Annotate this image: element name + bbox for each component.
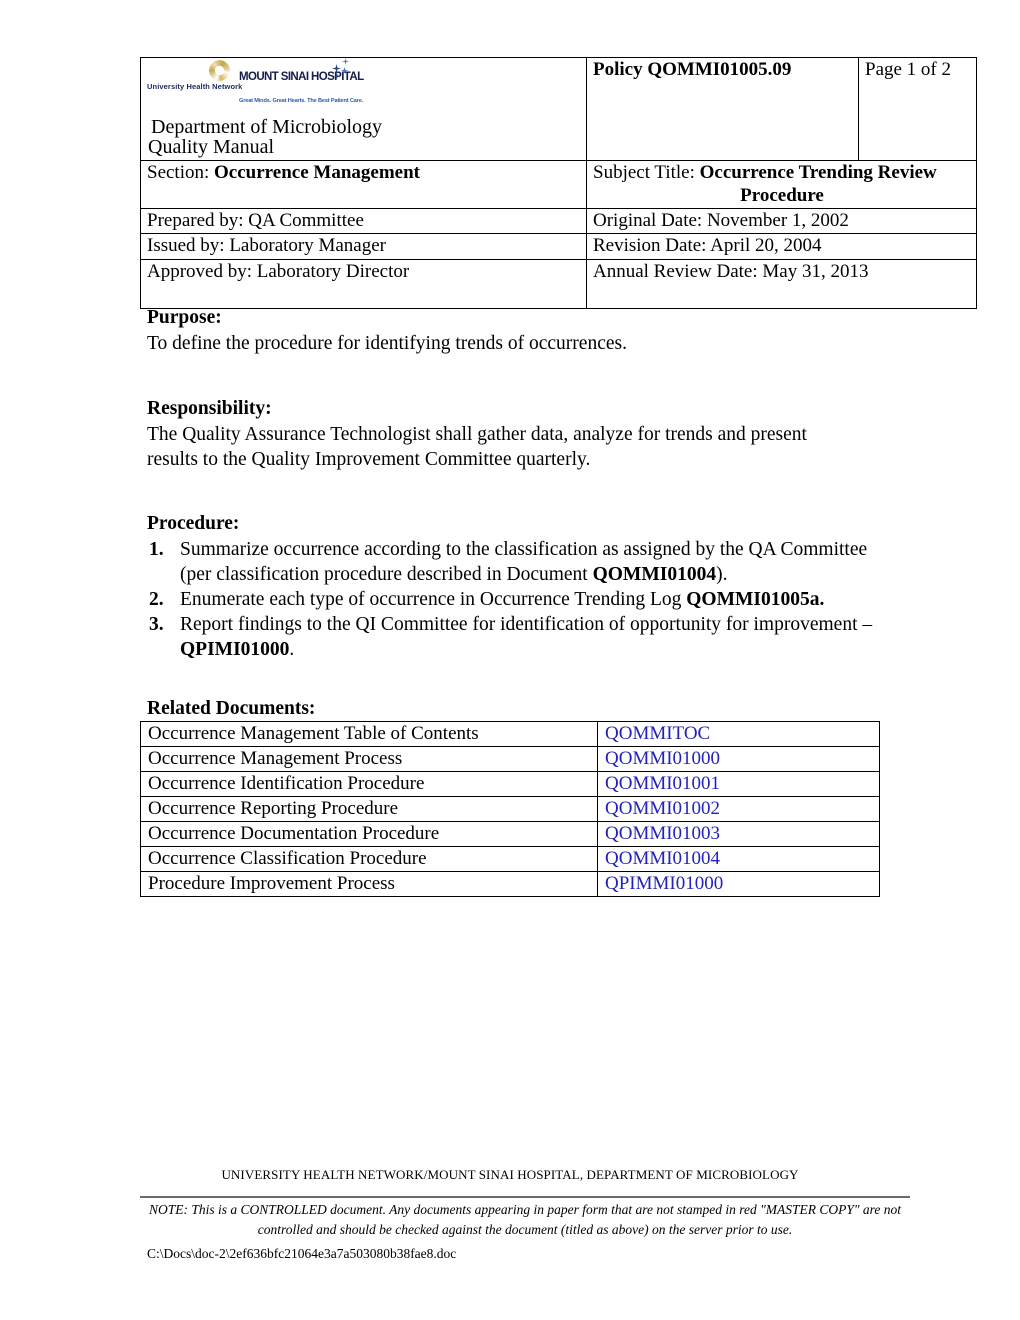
footer-note-line1: NOTE: This is a CONTROLLED document. Any… <box>148 1202 860 1217</box>
related-doc-link[interactable]: QPIMMI01000 <box>605 873 723 894</box>
related-doc-link[interactable]: QOMMI01003 <box>605 823 720 844</box>
header-cell-policy: Policy QOMMI01005.09 <box>586 56 859 162</box>
header-row-title: University Health Network MOUNT SINAI HO… <box>140 56 977 162</box>
subject-value-line2: Procedure <box>740 184 824 206</box>
related-doc-name: Occurrence Management Process <box>140 746 598 772</box>
purpose-section: Purpose: To define the procedure for ide… <box>147 306 867 357</box>
subject-value-line1: Occurrence Trending Review <box>699 162 937 184</box>
related-doc-name: Occurrence Management Table of Contents <box>140 721 598 747</box>
related-doc-link[interactable]: QOMMI01004 <box>605 848 720 869</box>
responsibility-text: The Quality Assurance Technologist shall… <box>147 423 807 470</box>
step-text-before: Summarize occurrence according to the cl… <box>180 538 868 585</box>
procedure-step: Summarize occurrence according to the cl… <box>147 538 877 588</box>
related-doc-name: Occurrence Documentation Procedure <box>140 821 598 847</box>
table-row: Occurrence Documentation Procedure QOMMI… <box>140 821 880 847</box>
procedure-step-list: Summarize occurrence according to the cl… <box>147 538 877 663</box>
header-cell-prepared-by: Prepared by: QA Committee <box>140 207 587 235</box>
table-row: Occurrence Management Process QOMMI01000 <box>140 746 880 772</box>
procedure-step: Enumerate each type of occurrence in Occ… <box>147 588 877 613</box>
table-row: Occurrence Management Table of Contents … <box>140 721 880 747</box>
header-cell-approved-by: Approved by: Laboratory Director <box>140 258 587 309</box>
related-doc-code-cell[interactable]: QOMMI01003 <box>597 821 880 847</box>
header-cell-subject: Subject Title: Occurrence Trending Revie… <box>586 160 977 209</box>
footer-file-path: C:\Docs\doc-2\2ef636bfc21064e3a7a503080b… <box>147 1246 457 1261</box>
responsibility-section: Responsibility: The Quality Assurance Te… <box>147 397 847 473</box>
step-text-before: Enumerate each type of occurrence in Occ… <box>180 588 687 610</box>
header-row-issued: Issued by: Laboratory Manager Revision D… <box>140 233 977 260</box>
header-cell-original-date: Original Date: November 1, 2002 <box>586 207 977 235</box>
step-text-after: . <box>289 638 295 660</box>
related-doc-name: Occurrence Classification Procedure <box>140 846 598 872</box>
swirl-icon <box>209 60 230 81</box>
related-documents-table: Occurrence Management Table of Contents … <box>140 721 880 897</box>
related-doc-code-cell[interactable]: QOMMI01000 <box>597 746 880 772</box>
policy-number: Policy QOMMI01005.09 <box>593 59 792 80</box>
subject-label: Subject Title: <box>593 162 695 184</box>
related-doc-link[interactable]: QOMMI01002 <box>605 798 720 819</box>
step-doc-ref: QOMMI01005a. <box>686 588 825 610</box>
table-row: Occurrence Identification Procedure QOMM… <box>140 771 880 797</box>
related-doc-code-cell[interactable]: QOMMITOC <box>597 721 880 747</box>
header-cell-page: Page 1 of 2 <box>858 56 977 162</box>
table-row: Occurrence Reporting Procedure QOMMI0100… <box>140 796 880 822</box>
footer-divider <box>140 1196 910 1198</box>
step-text-after: ). <box>716 563 728 585</box>
related-doc-code-cell[interactable]: QPIMMI01000 <box>597 871 880 897</box>
uhn-logo-text: University Health Network <box>147 82 243 91</box>
related-doc-link[interactable]: QOMMITOC <box>605 723 710 744</box>
related-doc-code-cell[interactable]: QOMMI01004 <box>597 846 880 872</box>
section-value: Occurrence Management <box>214 162 420 184</box>
header-cell-annual-review-date: Annual Review Date: May 31, 2013 <box>586 258 977 309</box>
related-doc-link[interactable]: QOMMI01000 <box>605 748 720 769</box>
table-row: Procedure Improvement Process QPIMMI0100… <box>140 871 880 897</box>
step-text-before: Report findings to the QI Committee for … <box>180 613 873 635</box>
footer-note: NOTE: This is a CONTROLLED document. Any… <box>140 1200 910 1239</box>
related-doc-name: Occurrence Reporting Procedure <box>140 796 598 822</box>
mount-sinai-tagline: Great Minds. Great Hearts. The Best Pati… <box>239 98 364 105</box>
header-cell-section: Section: Occurrence Management <box>140 160 587 209</box>
related-doc-code-cell[interactable]: QOMMI01001 <box>597 771 880 797</box>
document-header-table: University Health Network MOUNT SINAI HO… <box>140 56 977 309</box>
header-cell-revision-date: Revision Date: April 20, 2004 <box>586 233 977 260</box>
related-documents-section: Related Documents: <box>147 698 315 722</box>
procedure-section: Procedure: Summarize occurrence accordin… <box>147 512 877 663</box>
hospital-logo: University Health Network MOUNT SINAI HO… <box>147 58 364 104</box>
header-row-approved: Approved by: Laboratory Director Annual … <box>140 258 977 309</box>
procedure-step: Report findings to the QI Committee for … <box>147 613 877 663</box>
mount-sinai-logo-group: MOUNT SINAI HOSPITAL Great Minds. Great … <box>239 64 364 109</box>
procedure-heading: Procedure: <box>147 513 240 534</box>
header-row-prepared: Prepared by: QA Committee Original Date:… <box>140 207 977 235</box>
related-doc-code-cell[interactable]: QOMMI01002 <box>597 796 880 822</box>
related-documents-heading: Related Documents: <box>147 698 316 719</box>
sparkle-icon <box>330 58 352 83</box>
header-cell-logo-title: University Health Network MOUNT SINAI HO… <box>140 56 587 162</box>
header-cell-issued-by: Issued by: Laboratory Manager <box>140 233 587 260</box>
step-doc-ref: QPIMI01000 <box>180 638 290 660</box>
related-doc-link[interactable]: QOMMI01001 <box>605 773 720 794</box>
purpose-text: To define the procedure for identifying … <box>147 332 627 354</box>
responsibility-heading: Responsibility: <box>147 398 272 419</box>
related-doc-name: Procedure Improvement Process <box>140 871 598 897</box>
section-label: Section: <box>147 162 210 184</box>
step-doc-ref: QOMMI01004 <box>592 563 717 585</box>
page-number: Page 1 of 2 <box>865 59 952 80</box>
related-doc-name: Occurrence Identification Procedure <box>140 771 598 797</box>
footer-organization: UNIVERSITY HEALTH NETWORK/MOUNT SINAI HO… <box>221 1167 799 1182</box>
table-row: Occurrence Classification Procedure QOMM… <box>140 846 880 872</box>
document-page: University Health Network MOUNT SINAI HO… <box>0 0 1020 1320</box>
purpose-heading: Purpose: <box>147 307 222 328</box>
header-row-section: Section: Occurrence Management Subject T… <box>140 160 977 209</box>
uhn-logo-group: University Health Network <box>147 73 243 95</box>
